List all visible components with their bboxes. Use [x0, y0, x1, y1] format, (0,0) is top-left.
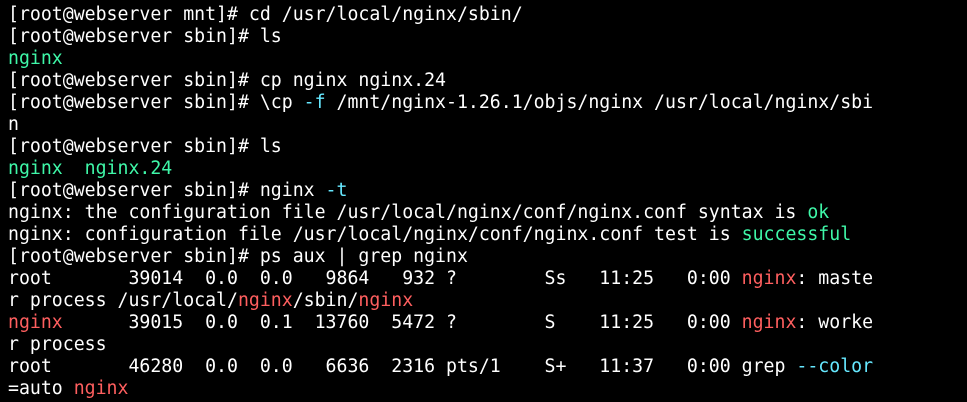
terminal-text-segment: /sbin/ [292, 290, 359, 311]
terminal-line: [root@webserver sbin]# \cp -f /mnt/nginx… [8, 92, 963, 114]
terminal-text-segment: nginx [8, 48, 63, 69]
terminal-text-segment: [root@webserver mnt]# cd /usr/local/ngin… [8, 4, 523, 25]
terminal-output: [root@webserver mnt]# cd /usr/local/ngin… [8, 4, 963, 400]
terminal-line: root 39014 0.0 0.0 9864 932 ? Ss 11:25 0… [8, 268, 963, 290]
terminal-text-segment: [root@webserver sbin]# \cp [8, 92, 304, 113]
terminal-line: [root@webserver sbin]# cp nginx nginx.24 [8, 70, 963, 92]
terminal-window[interactable]: [root@webserver mnt]# cd /usr/local/ngin… [0, 0, 967, 402]
terminal-text-segment: nginx nginx.24 [8, 158, 173, 179]
terminal-text-segment: /mnt/nginx-1.26.1/objs/nginx /usr/local/… [325, 92, 874, 113]
terminal-line: [root@webserver sbin]# ls [8, 136, 963, 158]
terminal-line: nginx: the configuration file /usr/local… [8, 202, 963, 224]
terminal-text-segment: nginx [358, 290, 414, 311]
terminal-line: nginx: configuration file /usr/local/ngi… [8, 224, 963, 246]
terminal-text-segment: [root@webserver sbin]# nginx [8, 180, 326, 201]
terminal-line: root 46280 0.0 0.0 6636 2316 pts/1 S+ 11… [8, 356, 963, 378]
terminal-text-segment: r process [8, 334, 107, 355]
terminal-line: [root@webserver sbin]# nginx -t [8, 180, 963, 202]
terminal-text-segment: nginx [73, 378, 129, 399]
terminal-text-segment: successful [741, 224, 852, 245]
terminal-line: r process /usr/local/nginx/sbin/nginx [8, 290, 963, 312]
terminal-line: [root@webserver sbin]# ls [8, 26, 963, 48]
terminal-text-segment: [root@webserver sbin]# cp nginx nginx.24 [8, 70, 446, 91]
terminal-text-segment: -f [303, 92, 326, 113]
terminal-line: =auto nginx [8, 378, 963, 400]
terminal-text-segment: r process /usr/local/ [8, 290, 238, 311]
terminal-text-segment: --color [796, 356, 874, 377]
terminal-text-segment: nginx: the configuration file /usr/local… [8, 202, 808, 223]
terminal-text-segment: [root@webserver sbin]# ls [8, 26, 282, 47]
terminal-line: r process [8, 334, 963, 356]
terminal-text-segment: n [8, 114, 19, 135]
terminal-text-segment: [root@webserver sbin]# ls [8, 136, 282, 157]
terminal-text-segment: ok [807, 202, 830, 223]
terminal-text-segment: -t [325, 180, 348, 201]
terminal-line: [root@webserver mnt]# cd /usr/local/ngin… [8, 4, 963, 26]
terminal-text-segment: =auto [8, 378, 74, 399]
terminal-text-segment: nginx [8, 312, 63, 333]
terminal-line: [root@webserver sbin]# ps aux | grep ngi… [8, 246, 963, 268]
terminal-text-segment: : worke [796, 312, 874, 333]
terminal-text-segment: 39015 0.0 0.1 13760 5472 ? S 11:25 0:00 [62, 312, 742, 333]
terminal-text-segment: nginx [237, 290, 293, 311]
terminal-line: nginx 39015 0.0 0.1 13760 5472 ? S 11:25… [8, 312, 963, 334]
terminal-text-segment: : maste [796, 268, 874, 289]
terminal-text-segment: root 46280 0.0 0.0 6636 2316 pts/1 S+ 11… [8, 356, 797, 377]
terminal-text-segment: nginx [741, 268, 797, 289]
terminal-text-segment: nginx: configuration file /usr/local/ngi… [8, 224, 742, 245]
terminal-text-segment: [root@webserver sbin]# ps aux | grep ngi… [8, 246, 468, 267]
terminal-text-segment: nginx [741, 312, 797, 333]
terminal-line: nginx [8, 48, 963, 70]
terminal-line: nginx nginx.24 [8, 158, 963, 180]
terminal-text-segment: root 39014 0.0 0.0 9864 932 ? Ss 11:25 0… [8, 268, 742, 289]
terminal-line: n [8, 114, 963, 136]
